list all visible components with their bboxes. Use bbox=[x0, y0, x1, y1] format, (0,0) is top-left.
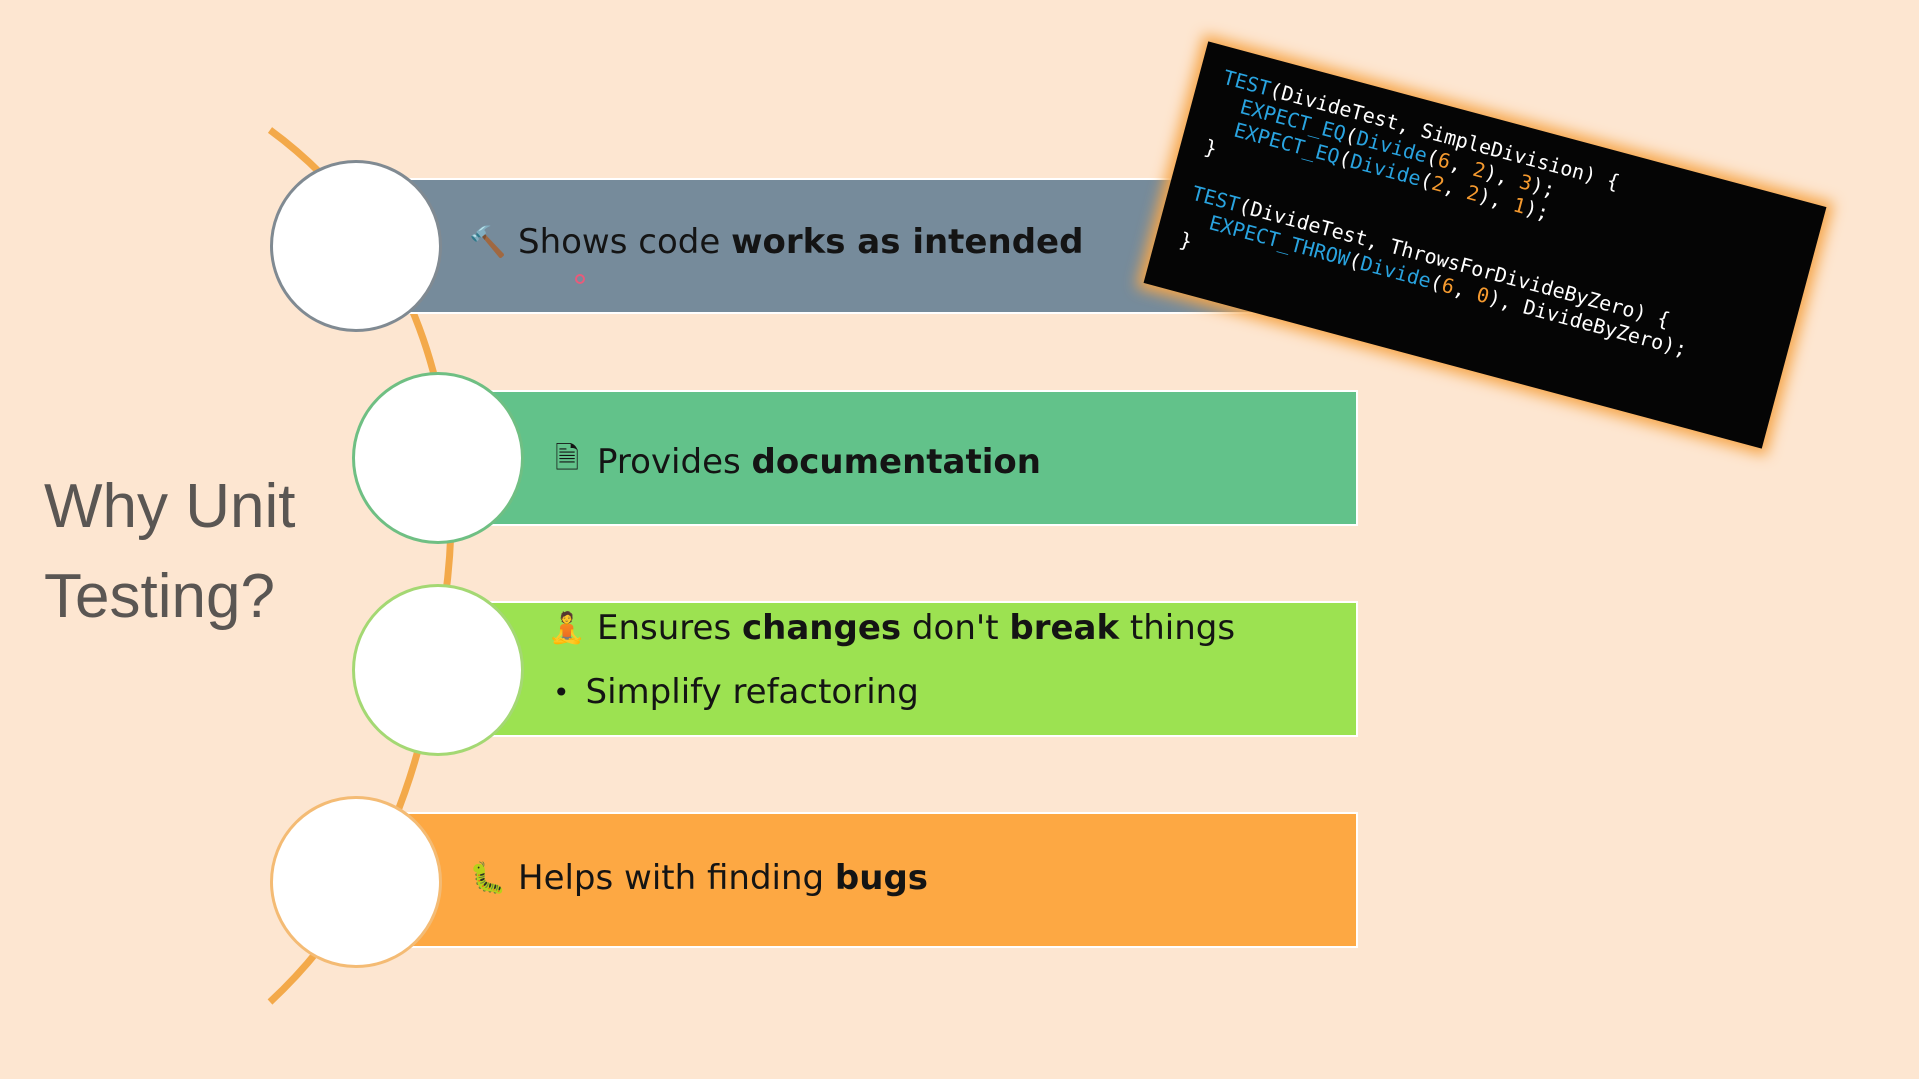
item-3-bold-2: break bbox=[1009, 608, 1120, 648]
item-circle-1 bbox=[270, 160, 442, 332]
item-text-4: 🐛 Helps with finding bugs bbox=[468, 858, 928, 898]
item-circle-3 bbox=[352, 584, 524, 756]
item-3-bullet-text: Simplify refactoring bbox=[585, 672, 919, 712]
code-snippet: TEST(DivideTest, SimpleDivision) { EXPEC… bbox=[1177, 65, 1690, 362]
mouse-cursor bbox=[575, 274, 585, 284]
item-1-bold: works as intended bbox=[731, 222, 1084, 262]
slide-title: Why Unit Testing? bbox=[44, 462, 344, 642]
item-circle-2 bbox=[352, 372, 524, 544]
document-icon: 🗎 bbox=[554, 441, 580, 476]
item-text-1: 🔨 Shows code works as intended bbox=[468, 222, 1083, 262]
item-text-3: 🧘 Ensures changes don't break things bbox=[547, 608, 1235, 648]
item-circle-4 bbox=[270, 796, 442, 968]
item-4-plain: Helps with finding bbox=[518, 858, 835, 898]
bullet-dot: • bbox=[553, 675, 570, 709]
code-snippet-card: TEST(DivideTest, SimpleDivision) { EXPEC… bbox=[1143, 41, 1827, 449]
item-2-plain: Provides bbox=[597, 441, 752, 482]
item-3-plain-2: don't bbox=[901, 608, 1010, 648]
item-3-bullet: • Simplify refactoring bbox=[553, 672, 919, 712]
bug-icon: 🐛 bbox=[469, 860, 507, 896]
slide-title-line-1: Why Unit bbox=[44, 472, 296, 541]
item-1-plain: Shows code bbox=[518, 222, 732, 262]
meditation-icon: 🧘 bbox=[548, 610, 586, 646]
item-text-2: 🗎 Provides documentation bbox=[547, 436, 1041, 487]
slide-title-line-2: Testing? bbox=[44, 562, 275, 631]
item-4-bold: bugs bbox=[834, 858, 929, 898]
item-3-bold-1: changes bbox=[741, 608, 902, 648]
item-3-plain-1: Ensures bbox=[597, 608, 742, 648]
hammer-icon: 🔨 bbox=[469, 224, 507, 260]
item-3-plain-3: things bbox=[1119, 608, 1236, 648]
item-2-bold: documentation bbox=[751, 441, 1041, 482]
